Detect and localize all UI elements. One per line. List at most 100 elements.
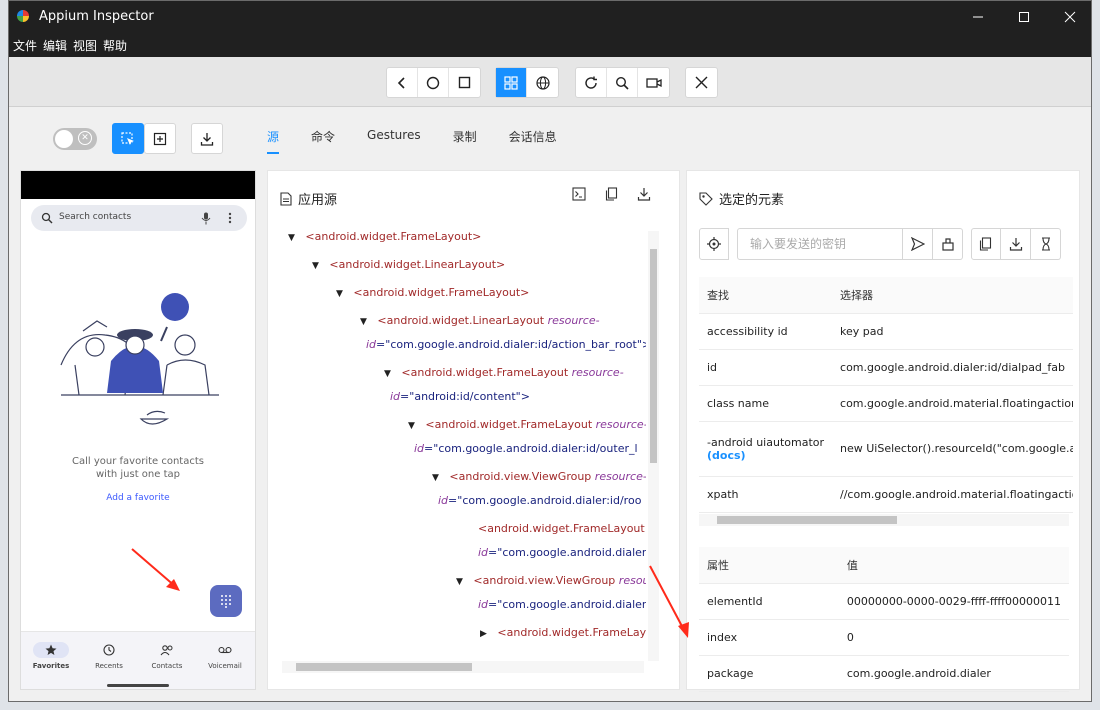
tab-gestures[interactable]: Gestures bbox=[367, 128, 421, 154]
attribute-value: com.google.android.dialer bbox=[838, 655, 1069, 692]
clear-icon bbox=[941, 238, 954, 251]
table-row[interactable]: accessibility id key pad bbox=[699, 313, 1074, 350]
record-button[interactable] bbox=[638, 68, 669, 97]
selector-value[interactable]: com.google.android.dialer:id/dialpad_fab bbox=[832, 349, 1074, 386]
caret-down-icon[interactable]: ▼ bbox=[432, 473, 439, 483]
caret-down-icon[interactable]: ▼ bbox=[360, 317, 367, 327]
selected-panel-header: 选定的元素 bbox=[699, 189, 784, 208]
select-element-button[interactable] bbox=[112, 123, 144, 154]
tree-node[interactable]: ▶ <android.widget.FrameLayo bbox=[480, 621, 646, 646]
tab-recorder[interactable]: 录制 bbox=[453, 128, 477, 154]
tree-node[interactable]: ▼ <android.view.ViewGroup resou bbox=[456, 569, 646, 594]
refresh-button[interactable] bbox=[576, 68, 607, 97]
web-mode-button[interactable] bbox=[527, 68, 558, 97]
native-mode-icon bbox=[504, 75, 518, 90]
table-row[interactable]: -android uiautomator (docs) new UiSelect… bbox=[699, 421, 1074, 477]
column-header: 查找 bbox=[699, 277, 833, 314]
coordinates-toggle[interactable]: ✕ bbox=[53, 128, 97, 150]
menu-view[interactable]: 视图 bbox=[73, 37, 97, 54]
selector-value[interactable]: key pad bbox=[832, 313, 1074, 350]
source-tree: ▼ <android.widget.FrameLayout> ▼ <androi… bbox=[282, 225, 646, 661]
copy-attributes-button[interactable] bbox=[971, 228, 1001, 260]
tree-node[interactable]: <android.widget.FrameLayout r bbox=[478, 517, 646, 541]
table-row[interactable]: class name com.google.android.material.f… bbox=[699, 385, 1074, 422]
send-keys-input[interactable]: 输入要发送的密钥 bbox=[737, 228, 903, 260]
copy-source-button[interactable] bbox=[605, 187, 619, 204]
contacts-search-bar[interactable]: Search contacts bbox=[31, 205, 247, 231]
nav-contacts[interactable]: Contacts bbox=[139, 642, 195, 670]
maximize-button[interactable] bbox=[1001, 1, 1047, 33]
terminal-button[interactable] bbox=[572, 187, 586, 204]
empty-message-line2: with just one tap bbox=[95, 469, 180, 480]
docs-link[interactable]: (docs) bbox=[707, 449, 824, 462]
tree-node[interactable]: ▼ <android.widget.FrameLayout> bbox=[288, 225, 481, 250]
download-icon bbox=[637, 188, 651, 201]
scroll-thumb[interactable] bbox=[717, 516, 897, 524]
tree-node[interactable]: ▼ <android.view.ViewGroup resource- bbox=[432, 465, 646, 490]
tree-node[interactable]: ▼ <android.widget.LinearLayout> bbox=[312, 253, 505, 278]
tap-coordinates-button[interactable] bbox=[144, 123, 176, 154]
source-horizontal-scrollbar[interactable] bbox=[282, 661, 644, 673]
scroll-thumb[interactable] bbox=[650, 249, 657, 463]
nav-recents[interactable]: Recents bbox=[81, 642, 137, 670]
column-header: 选择器 bbox=[832, 277, 1074, 314]
caret-down-icon[interactable]: ▼ bbox=[408, 421, 415, 431]
tree-node[interactable]: ▼ <android.widget.FrameLayout resource- bbox=[384, 361, 624, 386]
menu-file[interactable]: 文件 bbox=[13, 37, 37, 54]
clear-element-button[interactable] bbox=[933, 228, 963, 260]
app-logo-icon bbox=[17, 10, 29, 22]
download-icon bbox=[200, 132, 214, 146]
caret-down-icon[interactable]: ▼ bbox=[312, 261, 319, 271]
close-window-button[interactable] bbox=[1047, 1, 1091, 33]
recents-button[interactable] bbox=[449, 68, 480, 97]
tap-element-button[interactable] bbox=[699, 228, 729, 260]
dialpad-fab[interactable] bbox=[210, 585, 242, 617]
selector-value[interactable]: com.google.android.material.floatingacti… bbox=[832, 385, 1074, 422]
back-button[interactable] bbox=[387, 68, 418, 97]
attribute-value: 0 bbox=[838, 619, 1069, 656]
device-screenshot[interactable]: Search contacts Call your favorite conta… bbox=[20, 170, 256, 690]
tab-session-info[interactable]: 会话信息 bbox=[509, 128, 557, 154]
quit-session-button[interactable] bbox=[686, 68, 717, 97]
menu-help[interactable]: 帮助 bbox=[103, 37, 127, 54]
node-attr: id bbox=[438, 494, 449, 507]
find-table-scrollbar[interactable] bbox=[699, 514, 1069, 526]
home-button[interactable] bbox=[418, 68, 449, 97]
tab-commands[interactable]: 命令 bbox=[311, 128, 335, 154]
menu-edit[interactable]: 编辑 bbox=[43, 37, 67, 54]
send-keys-button[interactable] bbox=[903, 228, 933, 260]
download-source-button[interactable] bbox=[637, 187, 651, 204]
table-row[interactable]: id com.google.android.dialer:id/dialpad_… bbox=[699, 349, 1074, 386]
caret-down-icon[interactable]: ▼ bbox=[456, 577, 463, 587]
caret-right-icon[interactable]: ▶ bbox=[480, 629, 487, 639]
search-button[interactable] bbox=[607, 68, 638, 97]
annotation-arrow-left bbox=[131, 548, 180, 591]
window-title: Appium Inspector bbox=[39, 9, 154, 24]
tree-node[interactable]: ▼ <android.widget.FrameLayout resource- bbox=[408, 413, 646, 438]
timing-button[interactable] bbox=[1031, 228, 1061, 260]
minimize-icon bbox=[973, 16, 983, 18]
table-row[interactable]: xpath //com.google.android.material.floa… bbox=[699, 476, 1074, 513]
caret-down-icon[interactable]: ▼ bbox=[336, 289, 343, 299]
minimize-button[interactable] bbox=[955, 1, 1001, 33]
selected-element-panel: 选定的元素 输入要发送的密钥 查找 选择器 accessibility id k… bbox=[686, 170, 1080, 692]
native-mode-button[interactable] bbox=[496, 68, 527, 97]
download-screenshot-element-button[interactable] bbox=[1001, 228, 1031, 260]
node-tag: <android.widget.FrameLayout> bbox=[305, 230, 482, 243]
nav-label: Voicemail bbox=[208, 662, 242, 670]
nav-favorites[interactable]: Favorites bbox=[23, 642, 79, 670]
tab-source[interactable]: 源 bbox=[267, 128, 280, 154]
node-tag: <android.widget.FrameLayout bbox=[425, 418, 593, 431]
download-screenshot-button[interactable] bbox=[191, 123, 223, 154]
tree-node[interactable]: ▼ <android.widget.LinearLayout resource- bbox=[360, 309, 600, 334]
scroll-thumb[interactable] bbox=[296, 663, 472, 671]
tree-node[interactable]: ▼ <android.widget.FrameLayout> bbox=[336, 281, 529, 306]
add-favorite-link[interactable]: Add a favorite bbox=[21, 493, 255, 503]
selector-value[interactable]: new UiSelector().resourceId("com.google.… bbox=[832, 421, 1074, 477]
caret-down-icon[interactable]: ▼ bbox=[288, 233, 295, 243]
caret-down-icon[interactable]: ▼ bbox=[384, 369, 391, 379]
nav-voicemail[interactable]: Voicemail bbox=[197, 642, 253, 670]
selector-value[interactable]: //com.google.android.material.floatingac… bbox=[832, 476, 1074, 513]
app-source-panel: 应用源 ▼ <android.widget.FrameLayout> ▼ <an… bbox=[267, 170, 680, 690]
search-icon bbox=[41, 212, 53, 224]
